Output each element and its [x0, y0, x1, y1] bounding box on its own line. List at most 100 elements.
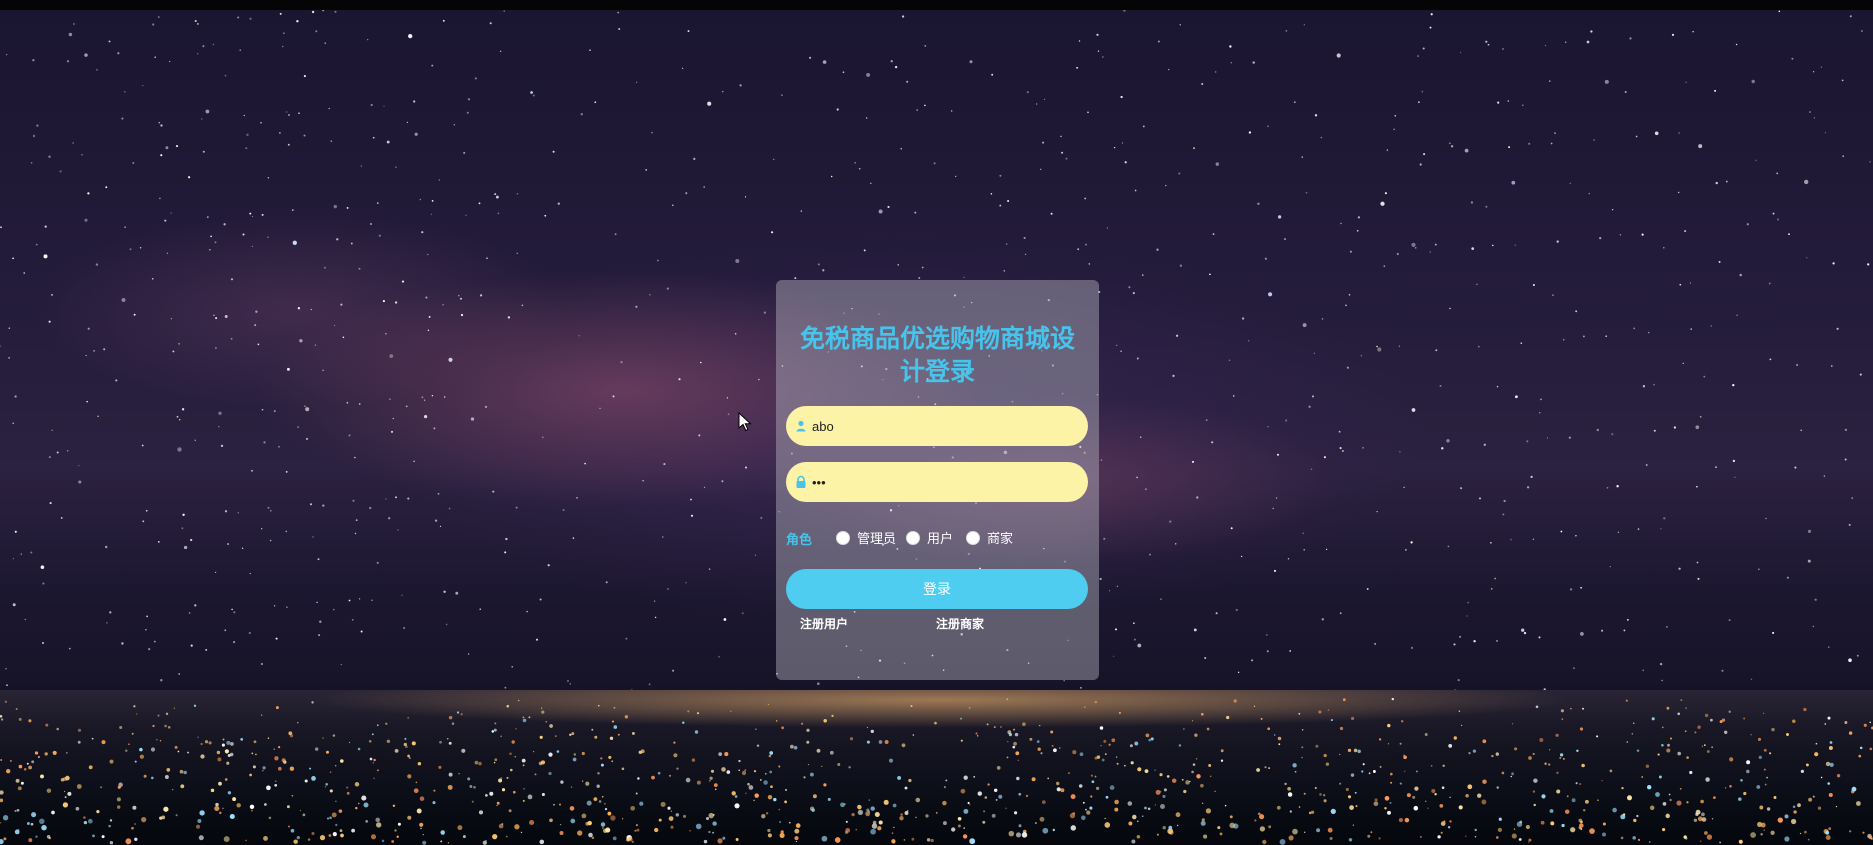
- star: [1495, 639, 1499, 642]
- star: [14, 530, 17, 533]
- city-light: [942, 800, 947, 806]
- star: [224, 74, 227, 77]
- city-light: [1449, 796, 1451, 799]
- city-light: [134, 837, 138, 841]
- star: [1593, 139, 1595, 141]
- register-user-link[interactable]: 注册用户: [800, 615, 848, 632]
- city-light: [291, 794, 294, 797]
- radio-button[interactable]: [966, 530, 980, 545]
- city-light: [274, 756, 279, 761]
- star: [376, 202, 379, 204]
- city-light: [1200, 820, 1206, 826]
- star: [1339, 612, 1342, 615]
- city-light: [204, 740, 209, 744]
- star: [1320, 136, 1323, 139]
- star: [115, 379, 118, 382]
- role-option-merchant[interactable]: 商家: [966, 528, 1013, 547]
- city-light: [626, 837, 630, 842]
- star: [1814, 598, 1817, 601]
- city-light: [46, 788, 52, 793]
- city-light: [394, 829, 397, 832]
- city-light: [1034, 822, 1037, 824]
- star: [863, 249, 866, 252]
- city-light: [456, 711, 460, 714]
- star: [59, 170, 62, 173]
- star: [1043, 98, 1046, 101]
- city-light: [660, 801, 666, 807]
- star: [1532, 283, 1535, 287]
- city-light: [335, 800, 337, 802]
- star: [1569, 182, 1572, 185]
- city-light: [108, 824, 111, 828]
- radio-button[interactable]: [836, 530, 850, 545]
- star: [196, 52, 199, 55]
- city-light: [392, 804, 396, 808]
- city-light: [1327, 827, 1333, 833]
- city-light: [1378, 738, 1382, 741]
- star: [557, 202, 560, 205]
- star: [285, 530, 288, 533]
- star: [267, 506, 270, 509]
- radio-button[interactable]: [906, 530, 920, 545]
- star: [744, 466, 748, 469]
- star: [194, 439, 196, 441]
- register-merchant-link[interactable]: 注册商家: [936, 615, 984, 632]
- role-option-admin[interactable]: 管理员: [836, 528, 896, 547]
- city-light: [770, 785, 773, 789]
- star: [707, 101, 712, 106]
- star: [178, 343, 180, 345]
- city-light: [821, 765, 823, 767]
- login-button[interactable]: 登录: [786, 569, 1088, 609]
- city-light: [151, 776, 154, 780]
- city-light: [831, 714, 834, 717]
- star: [297, 307, 301, 310]
- city-light: [1287, 792, 1293, 797]
- city-light: [1208, 764, 1212, 767]
- star: [1588, 192, 1590, 195]
- city-light: [1006, 756, 1009, 759]
- star: [305, 437, 309, 440]
- city-light: [1131, 839, 1136, 844]
- star: [1120, 95, 1123, 99]
- city-light: [448, 715, 453, 720]
- city-light: [307, 838, 311, 841]
- city-light: [1006, 698, 1009, 701]
- city-light: [224, 749, 229, 754]
- city-light: [1447, 825, 1451, 829]
- city-light: [570, 786, 573, 788]
- star: [918, 277, 921, 279]
- city-light: [1072, 812, 1076, 815]
- password-input[interactable]: [812, 468, 1078, 496]
- city-light: [494, 758, 498, 762]
- star: [159, 197, 161, 200]
- star: [1374, 643, 1376, 645]
- city-light: [329, 771, 332, 774]
- city-light: [753, 770, 757, 773]
- role-option-user[interactable]: 用户: [906, 528, 953, 547]
- city-light: [1323, 799, 1327, 803]
- city-light: [734, 803, 740, 809]
- username-input[interactable]: [812, 412, 1078, 440]
- city-light: [329, 816, 332, 820]
- city-light: [299, 809, 302, 812]
- star: [1134, 189, 1137, 192]
- star: [1836, 327, 1839, 330]
- star: [817, 263, 820, 266]
- city-light: [600, 763, 604, 767]
- city-light: [573, 753, 576, 756]
- city-light: [1571, 798, 1576, 803]
- star: [354, 532, 357, 535]
- star: [170, 318, 173, 320]
- star: [1102, 56, 1104, 58]
- city-light: [1304, 831, 1306, 833]
- city-light: [718, 752, 723, 756]
- star: [642, 479, 644, 482]
- star: [1507, 100, 1510, 102]
- city-light: [1347, 795, 1352, 799]
- city-light: [397, 822, 401, 826]
- star: [12, 422, 14, 425]
- city-light: [1756, 785, 1761, 789]
- city-light: [888, 758, 894, 763]
- city-light: [1200, 783, 1204, 788]
- city-light: [326, 750, 329, 754]
